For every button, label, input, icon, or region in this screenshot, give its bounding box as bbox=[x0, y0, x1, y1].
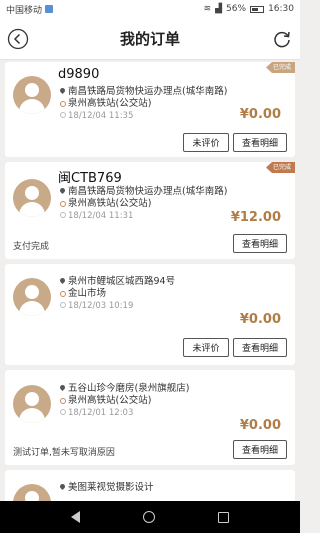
wifi-icon: ≋ bbox=[203, 4, 212, 14]
avatar bbox=[13, 484, 51, 501]
view-detail-button[interactable]: 查看明细 bbox=[233, 440, 287, 459]
signal-icon: ▟ bbox=[215, 4, 223, 14]
status-tag: 已完成 bbox=[265, 162, 295, 173]
clock-icon bbox=[60, 212, 66, 218]
clock-icon bbox=[60, 302, 66, 308]
pickup-pin-icon bbox=[58, 186, 67, 195]
page-title: 我的订单 bbox=[119, 30, 180, 48]
nav-back-icon[interactable] bbox=[71, 511, 81, 523]
order-time: 18/12/03 10:19 bbox=[68, 301, 134, 311]
order-list[interactable]: 已完成 d9890 南昌铁路局货物快运办理点(城华南路) 泉州高铁站(公交站) … bbox=[0, 60, 300, 501]
battery-icon bbox=[250, 5, 265, 13]
view-detail-button[interactable]: 查看明细 bbox=[233, 338, 287, 357]
dropoff-address: 泉州高铁站(公交站) bbox=[68, 98, 152, 109]
carrier: 中国移动 bbox=[6, 3, 204, 16]
order-price: ¥12.00 bbox=[230, 210, 281, 225]
pickup-pin-icon bbox=[58, 482, 67, 491]
route: 美图莱视觉摄影设计 bbox=[58, 482, 258, 494]
order-note: 测试订单,暂未写取消原因 bbox=[13, 448, 115, 458]
order-card[interactable]: 泉州市鲤城区城西路94号 金山市场 18/12/03 10:19 ¥0.00 未… bbox=[5, 264, 295, 365]
back-icon bbox=[7, 28, 29, 50]
order-card[interactable]: 已完成 d9890 南昌铁路局货物快运办理点(城华南路) 泉州高铁站(公交站) … bbox=[5, 62, 295, 157]
dropoff-address: 泉州高铁站(公交站) bbox=[68, 395, 152, 406]
route: 南昌铁路局货物快运办理点(城华南路) 泉州高铁站(公交站) 18/12/04 1… bbox=[58, 86, 258, 122]
clock-icon bbox=[60, 409, 66, 415]
order-card[interactable]: 美图莱视觉摄影设计 bbox=[5, 470, 295, 501]
pickup-address: 泉州市鲤城区城西路94号 bbox=[68, 276, 176, 287]
pickup-pin-icon bbox=[58, 383, 67, 392]
pickup-pin-icon bbox=[58, 86, 67, 95]
refresh-button[interactable] bbox=[270, 27, 294, 51]
dropoff-icon bbox=[60, 101, 66, 107]
route: 五谷山珍今磨房(泉州旗舰店) 泉州高铁站(公交站) 18/12/01 12:03 bbox=[58, 383, 258, 419]
order-card[interactable]: 已完成 闽CTB769 南昌铁路局货物快运办理点(城华南路) 泉州高铁站(公交站… bbox=[5, 162, 295, 259]
avatar bbox=[13, 76, 51, 114]
dropoff-icon bbox=[60, 291, 66, 297]
order-price: ¥0.00 bbox=[239, 418, 281, 433]
status-tag: 已完成 bbox=[265, 62, 295, 73]
dropoff-icon bbox=[60, 201, 66, 207]
battery-percent: 56% bbox=[226, 4, 247, 14]
order-time: 18/12/01 12:03 bbox=[68, 408, 134, 418]
pickup-address: 五谷山珍今磨房(泉州旗舰店) bbox=[68, 383, 190, 394]
route: 南昌铁路局货物快运办理点(城华南路) 泉州高铁站(公交站) 18/12/04 1… bbox=[58, 186, 258, 222]
system-nav-bar bbox=[0, 501, 300, 533]
order-time: 18/12/04 11:35 bbox=[68, 111, 134, 121]
status-bar: 中国移动 ≋ ▟ 56% 16:30 bbox=[0, 0, 300, 18]
nav-home-icon[interactable] bbox=[142, 511, 155, 523]
avatar bbox=[13, 278, 51, 316]
order-note: 支付完成 bbox=[13, 242, 50, 252]
order-card[interactable]: 五谷山珍今磨房(泉州旗舰店) 泉州高铁站(公交站) 18/12/01 12:03… bbox=[5, 370, 295, 465]
rate-button[interactable]: 未评价 bbox=[183, 133, 229, 152]
carrier-label: 中国移动 bbox=[6, 5, 43, 16]
notification-icon bbox=[45, 5, 54, 13]
view-detail-button[interactable]: 查看明细 bbox=[233, 234, 287, 253]
order-price: ¥0.00 bbox=[239, 312, 281, 327]
clock-icon bbox=[60, 112, 66, 118]
clock: 16:30 bbox=[268, 4, 294, 14]
plate-number: 闽CTB769 bbox=[58, 171, 122, 186]
pickup-address: 南昌铁路局货物快运办理点(城华南路) bbox=[68, 186, 228, 197]
plate-number: d9890 bbox=[58, 67, 100, 82]
view-detail-button[interactable]: 查看明细 bbox=[233, 133, 287, 152]
rate-button[interactable]: 未评价 bbox=[183, 338, 229, 357]
route: 泉州市鲤城区城西路94号 金山市场 18/12/03 10:19 bbox=[58, 276, 258, 312]
pickup-address: 南昌铁路局货物快运办理点(城华南路) bbox=[68, 86, 228, 97]
pickup-address: 美图莱视觉摄影设计 bbox=[68, 482, 154, 493]
app-header: 我的订单 bbox=[0, 18, 300, 60]
refresh-icon bbox=[274, 31, 290, 48]
order-price: ¥0.00 bbox=[239, 107, 281, 122]
dropoff-icon bbox=[60, 398, 66, 404]
dropoff-address: 泉州高铁站(公交站) bbox=[68, 198, 152, 209]
nav-recents-icon[interactable] bbox=[217, 511, 229, 523]
avatar bbox=[13, 385, 51, 423]
pickup-pin-icon bbox=[58, 276, 67, 285]
back-button[interactable] bbox=[6, 27, 30, 51]
dropoff-address: 金山市场 bbox=[68, 288, 107, 299]
avatar bbox=[13, 179, 51, 217]
order-time: 18/12/04 11:31 bbox=[68, 211, 134, 221]
